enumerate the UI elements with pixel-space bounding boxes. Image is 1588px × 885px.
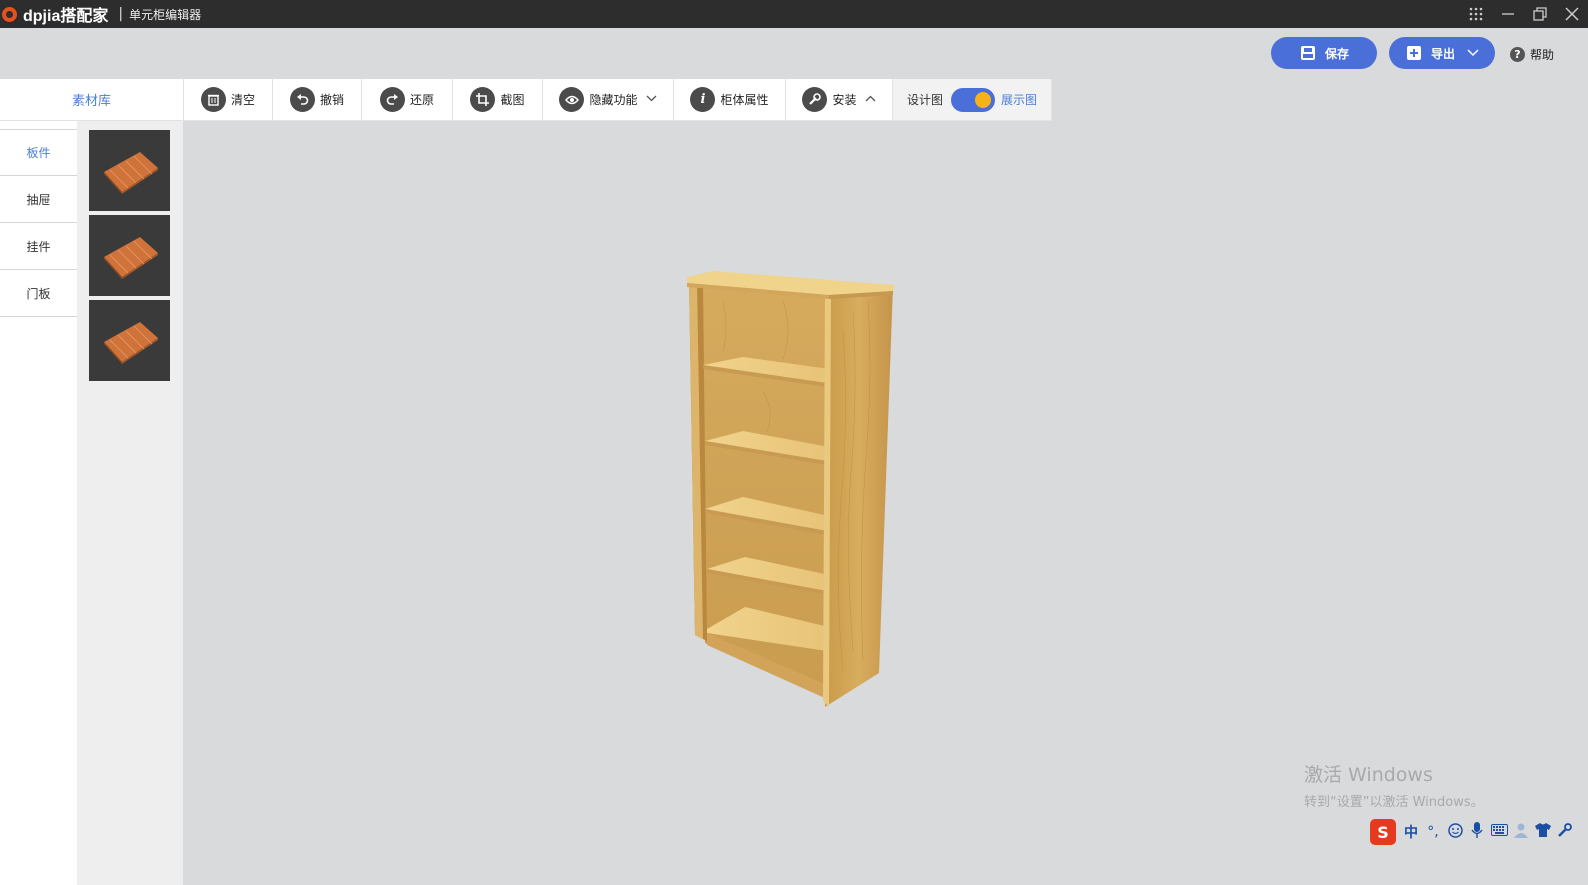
toggle-knob	[975, 91, 992, 108]
category-item-hangers[interactable]: 挂件	[0, 223, 77, 270]
undo-label: 撤销	[319, 93, 344, 107]
export-icon	[1406, 46, 1421, 60]
cabinet-properties-label: 柜体属性	[720, 93, 769, 107]
category-nav: 板件 抽屉 挂件 门板	[0, 121, 77, 885]
category-item-drawers[interactable]: 抽屉	[0, 176, 77, 223]
design-view-label[interactable]: 设计图	[907, 91, 943, 108]
screenshot-button[interactable]: 截图	[452, 79, 542, 120]
window-controls	[1460, 0, 1588, 28]
category-label: 门板	[26, 286, 51, 301]
export-label: 导出	[1430, 46, 1455, 61]
display-view-label[interactable]: 展示图	[1001, 91, 1037, 108]
install-dropdown[interactable]: 安装	[785, 79, 892, 120]
title-separator: |	[118, 6, 124, 22]
wrench-icon	[802, 87, 828, 112]
redo-icon	[379, 87, 405, 112]
app-logo: dpjia搭配家	[2, 2, 108, 26]
wood-board-thumbnail[interactable]	[89, 215, 170, 296]
chevron-down-icon	[1467, 46, 1479, 60]
ime-punctuation-toggle[interactable]: °,	[1423, 824, 1443, 840]
watermark-title: 激活 Windows	[1304, 764, 1433, 786]
minimize-icon[interactable]	[1492, 0, 1524, 28]
chevron-down-icon	[646, 94, 657, 105]
logo-text: dpjia搭配家	[23, 8, 109, 25]
title-bar: dpjia搭配家 | 单元柜编辑器	[0, 0, 1588, 28]
redo-label: 还原	[409, 93, 434, 107]
close-icon[interactable]	[1556, 0, 1588, 28]
view-toggle-group: 设计图 展示图	[892, 79, 1053, 120]
watermark-subtitle: 转到“设置”以激活 Windows。	[1304, 795, 1484, 810]
microphone-icon[interactable]	[1467, 822, 1487, 842]
category-item-doors[interactable]: 门板	[0, 270, 77, 317]
install-label: 安装	[832, 93, 857, 107]
clear-button[interactable]: 清空	[183, 79, 272, 120]
sogou-logo-icon[interactable]: S	[1370, 819, 1396, 845]
restore-icon[interactable]	[1524, 0, 1556, 28]
user-icon[interactable]	[1511, 823, 1531, 842]
help-button[interactable]: ? 帮助	[1509, 46, 1554, 63]
emoji-icon[interactable]	[1445, 822, 1465, 842]
clear-label: 清空	[230, 93, 255, 107]
keyboard-icon[interactable]	[1489, 824, 1509, 840]
wood-board-thumbnail[interactable]	[89, 300, 170, 381]
eye-icon	[559, 87, 585, 112]
app-title: 单元柜编辑器	[129, 7, 202, 22]
crop-icon	[470, 87, 496, 112]
cabinet-properties-button[interactable]: i 柜体属性	[673, 79, 785, 120]
material-thumbnails	[77, 121, 183, 885]
category-label: 挂件	[26, 239, 51, 254]
bookshelf-3d-model[interactable]	[683, 271, 913, 716]
redo-button[interactable]: 还原	[361, 79, 452, 120]
help-label: 帮助	[1529, 48, 1554, 62]
export-button[interactable]: 导出	[1389, 37, 1495, 69]
view-toggle-switch[interactable]	[951, 87, 996, 112]
screenshot-label: 截图	[500, 93, 525, 107]
ime-toolbar: S 中 °,	[1370, 818, 1577, 846]
save-icon	[1300, 46, 1315, 60]
help-icon: ?	[1509, 47, 1525, 62]
library-title: 素材库	[71, 94, 111, 109]
shirt-icon[interactable]	[1533, 823, 1553, 841]
undo-button[interactable]: 撤销	[272, 79, 361, 120]
undo-icon	[289, 87, 315, 112]
category-label: 抽屉	[26, 192, 51, 207]
windows-activation-watermark: 激活 Windows 转到“设置”以激活 Windows。	[1304, 760, 1484, 810]
info-icon: i	[690, 87, 716, 112]
hide-features-dropdown[interactable]: 隐藏功能	[542, 79, 673, 120]
trash-icon	[200, 87, 226, 112]
wood-board-thumbnail[interactable]	[89, 130, 170, 211]
chevron-up-icon	[865, 94, 876, 105]
hide-features-label: 隐藏功能	[589, 93, 638, 107]
save-label: 保存	[1324, 46, 1349, 61]
library-header: 素材库	[0, 79, 183, 121]
category-item-boards[interactable]: 板件	[0, 129, 77, 176]
category-label: 板件	[26, 146, 51, 160]
editor-toolbar: 清空 撤销 还原 截图 隐藏功能 i 柜体属性 安装 设计图 展示图	[183, 79, 1053, 121]
logo-icon	[2, 6, 17, 22]
wrench-icon[interactable]	[1555, 823, 1575, 841]
save-button[interactable]: 保存	[1271, 37, 1377, 69]
grid-icon[interactable]	[1460, 0, 1492, 28]
ime-mode-toggle[interactable]: 中	[1401, 822, 1421, 842]
